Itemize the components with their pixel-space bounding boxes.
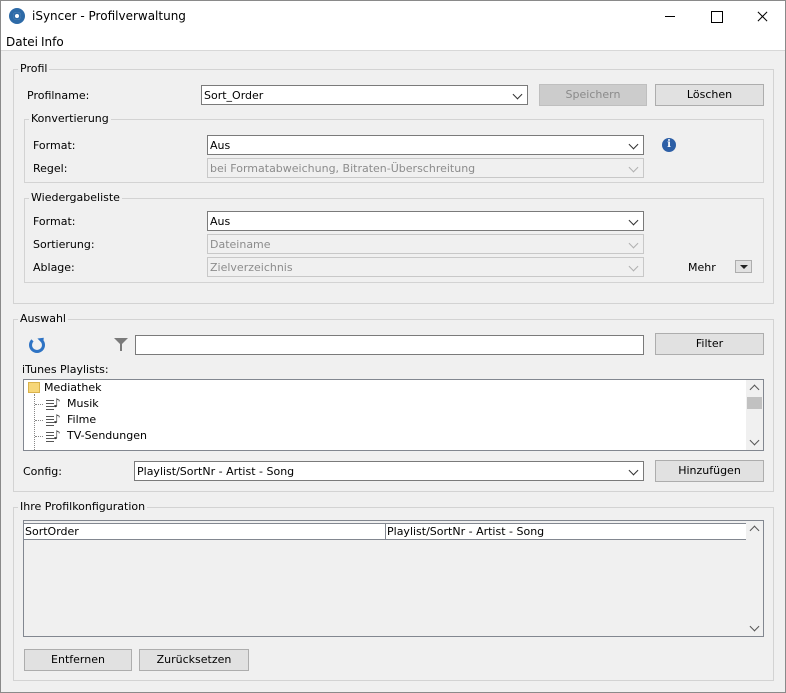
save-button[interactable]: Speichern [539, 84, 647, 106]
reset-button[interactable]: Zurücksetzen [139, 649, 249, 671]
scroll-down-icon[interactable] [749, 435, 760, 446]
tree-connector [35, 404, 43, 405]
playlist-icon [46, 427, 61, 443]
app-icon [9, 8, 25, 24]
profilname-label: Profilname: [27, 89, 90, 102]
filter-input[interactable] [135, 335, 644, 355]
regel-value: bei Formatabweichung, Bitraten-Überschre… [210, 162, 476, 175]
regel-combo[interactable]: bei Formatabweichung, Bitraten-Überschre… [207, 158, 644, 178]
playlist-icon [46, 411, 61, 427]
konv-format-value: Aus [210, 139, 231, 152]
ablage-combo[interactable]: Zielverzeichnis [207, 257, 644, 277]
konv-format-label: Format: [33, 139, 76, 152]
table-row[interactable]: SortOrder Playlist/SortNr - Artist - Son… [24, 523, 746, 540]
profilname-value: Sort_Order [204, 89, 264, 102]
chevron-down-icon [628, 465, 639, 476]
regel-label: Regel: [33, 162, 68, 175]
tree-item-label: Musik [67, 397, 99, 410]
playlist-icon [46, 395, 61, 411]
tree-item-label: TV-Sendungen [67, 429, 147, 442]
config-label: Config: [23, 465, 62, 478]
ablage-label: Ablage: [33, 261, 75, 274]
chevron-down-icon [628, 139, 639, 150]
wiedergabeliste-group-label: Wiedergabeliste [29, 191, 122, 205]
tree-connector [35, 420, 43, 421]
refresh-icon[interactable] [29, 337, 45, 353]
wl-format-value: Aus [210, 215, 231, 228]
mehr-label: Mehr [688, 261, 716, 274]
info-icon[interactable]: i [662, 138, 676, 152]
sortierung-label: Sortierung: [33, 238, 95, 251]
tree-item-label: Filme [67, 413, 97, 426]
minimize-button[interactable] [647, 1, 693, 32]
chevron-down-icon [628, 215, 639, 226]
mehr-dropdown-button[interactable] [735, 260, 752, 273]
close-button[interactable] [739, 1, 785, 32]
filter-button[interactable]: Filter [655, 333, 764, 355]
add-button[interactable]: Hinzufügen [655, 460, 764, 482]
profilkonfiguration-group-label: Ihre Profilkonfiguration [18, 500, 148, 514]
wl-format-combo[interactable]: Aus [207, 211, 644, 231]
config-combo[interactable]: Playlist/SortNr - Artist - Song [134, 461, 644, 481]
ablage-value: Zielverzeichnis [210, 261, 293, 274]
scroll-down-icon[interactable] [749, 621, 760, 632]
profilname-combo[interactable]: Sort_Order [201, 85, 528, 105]
tree-connector [35, 436, 43, 437]
list-scrollbar[interactable] [746, 521, 763, 636]
menu-datei[interactable]: Datei [6, 35, 38, 49]
tree-item-label: Mediathek [44, 381, 102, 394]
playlist-tree[interactable]: Mediathek Musik Filme TV-Sendungen [23, 379, 764, 451]
main-window: iSyncer - Profilverwaltung Datei Info Pr… [0, 0, 786, 693]
window-title: iSyncer - Profilverwaltung [32, 9, 186, 23]
folder-icon [28, 382, 40, 393]
chevron-down-icon [628, 162, 639, 173]
filter-icon [113, 337, 129, 353]
scrollbar-thumb[interactable] [747, 397, 762, 409]
config-value: Playlist/SortNr - Artist - Song [137, 465, 295, 478]
sortierung-value: Dateiname [210, 238, 271, 251]
chevron-down-icon [512, 89, 523, 100]
tree-connector [34, 394, 35, 450]
remove-button[interactable]: Entfernen [24, 649, 132, 671]
delete-button[interactable]: Löschen [655, 84, 764, 106]
konvertierung-group-label: Konvertierung [29, 112, 111, 126]
menu-bar: Datei Info [1, 32, 785, 51]
maximize-button[interactable] [693, 1, 739, 32]
config-name-cell: SortOrder [25, 525, 79, 538]
scroll-up-icon[interactable] [749, 384, 760, 395]
wl-format-label: Format: [33, 215, 76, 228]
scroll-up-icon[interactable] [749, 525, 760, 536]
playlists-label: iTunes Playlists: [22, 363, 109, 376]
chevron-down-icon [628, 238, 639, 249]
profile-config-list[interactable]: SortOrder Playlist/SortNr - Artist - Son… [23, 520, 764, 637]
sortierung-combo[interactable]: Dateiname [207, 234, 644, 254]
menu-info[interactable]: Info [41, 35, 64, 49]
chevron-down-icon [628, 261, 639, 272]
title-bar[interactable]: iSyncer - Profilverwaltung [1, 1, 785, 32]
profil-group-label: Profil [18, 62, 50, 76]
konv-format-combo[interactable]: Aus [207, 135, 644, 155]
tree-scrollbar[interactable] [746, 380, 763, 450]
auswahl-group-label: Auswahl [18, 312, 68, 326]
config-value-cell: Playlist/SortNr - Artist - Song [387, 525, 545, 538]
